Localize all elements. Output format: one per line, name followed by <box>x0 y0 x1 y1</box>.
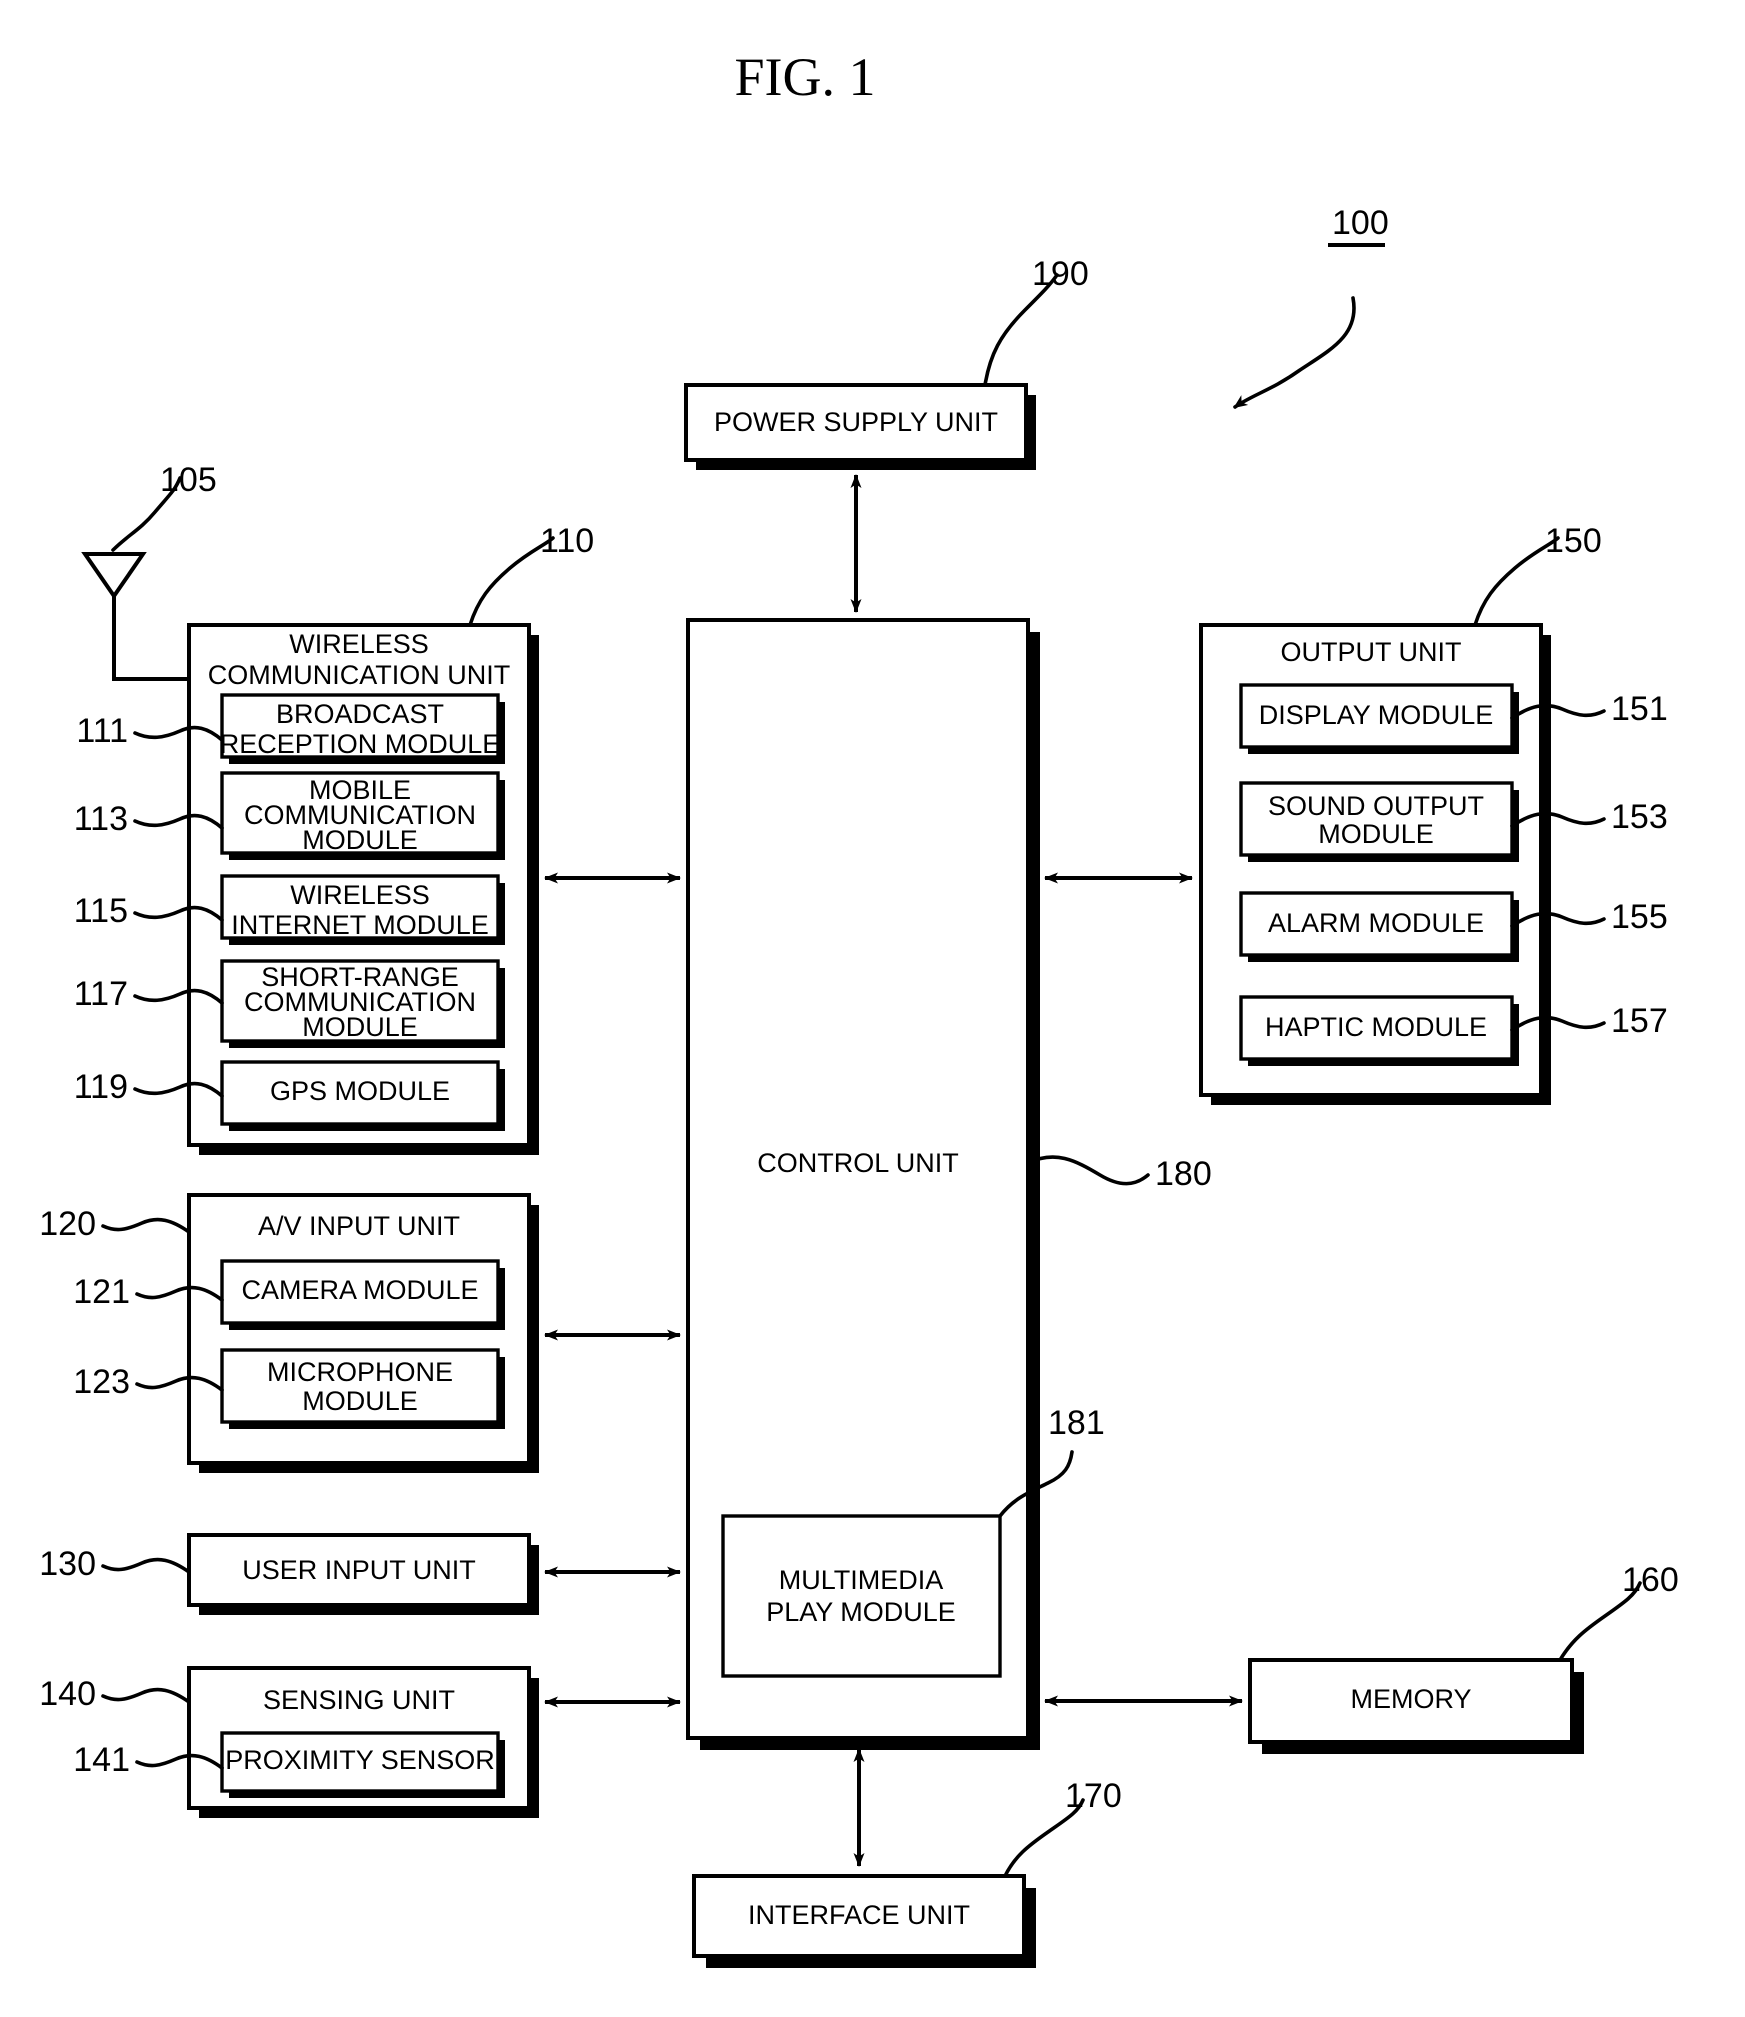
gps-label: GPS MODULE <box>270 1076 450 1106</box>
haptic-label: HAPTIC MODULE <box>1265 1012 1487 1042</box>
wireless-internet-label-line1: WIRELESS <box>290 880 430 910</box>
ref-117-label: 117 <box>74 975 128 1013</box>
alarm-label: ALARM MODULE <box>1268 908 1484 938</box>
microphone-label-line1: MICROPHONE <box>267 1357 453 1387</box>
display-label: DISPLAY MODULE <box>1259 700 1494 730</box>
short-range-label-line3: MODULE <box>302 1012 418 1042</box>
block-short-range-communication-module: SHORT-RANGE COMMUNICATION MODULE <box>220 959 505 1048</box>
camera-label: CAMERA MODULE <box>241 1275 478 1305</box>
ref-150-label: 150 <box>1545 522 1602 560</box>
block-display-module: DISPLAY MODULE <box>1239 683 1519 754</box>
multimedia-box <box>721 1514 1002 1678</box>
block-interface-unit: INTERFACE UNIT <box>692 1874 1036 1968</box>
antenna-105 <box>81 552 190 681</box>
ref-100-label: 100 <box>1332 204 1389 242</box>
sensing-label: SENSING UNIT <box>263 1685 455 1715</box>
ref-121-label: 121 <box>73 1273 130 1311</box>
ref-153-label: 153 <box>1611 798 1668 836</box>
block-microphone-module: MICROPHONE MODULE <box>220 1348 505 1429</box>
ref-180-leader <box>1026 1155 1150 1186</box>
ref-100-leader <box>1233 296 1356 409</box>
block-multimedia-play-module: MULTIMEDIA PLAY MODULE <box>721 1514 1002 1678</box>
ref-130-leader <box>101 1557 191 1574</box>
ref-111-label: 111 <box>76 712 128 750</box>
block-wireless-internet-module: WIRELESS INTERNET MODULE <box>220 874 505 945</box>
ref-140-leader <box>101 1687 191 1704</box>
block-haptic-module: HAPTIC MODULE <box>1239 995 1519 1066</box>
ref-123-label: 123 <box>73 1363 130 1401</box>
proximity-label: PROXIMITY SENSOR <box>225 1745 495 1775</box>
antenna-stem <box>112 596 190 681</box>
block-alarm-module: ALARM MODULE <box>1239 891 1519 962</box>
ref-190-label: 190 <box>1032 255 1089 293</box>
block-proximity-sensor: PROXIMITY SENSOR <box>220 1731 505 1798</box>
interface-label: INTERFACE UNIT <box>748 1900 970 1930</box>
block-broadcast-reception-module: BROADCAST RECEPTION MODULE <box>220 693 505 764</box>
sound-output-label-line2: MODULE <box>1318 819 1434 849</box>
ref-130-label: 130 <box>39 1545 96 1583</box>
wireless-internet-label-line2: INTERNET MODULE <box>231 910 489 940</box>
patent-figure: FIG. 1 100 POWER SUPPLY UNIT 190 105 WIR… <box>0 0 1745 2017</box>
block-camera-module: CAMERA MODULE <box>220 1259 505 1330</box>
broadcast-label-line2: RECEPTION MODULE <box>220 729 501 759</box>
block-user-input-unit: USER INPUT UNIT <box>187 1533 539 1615</box>
user-input-label: USER INPUT UNIT <box>242 1555 476 1585</box>
antenna-triangle-icon <box>81 552 147 600</box>
mobile-comm-label-line3: MODULE <box>302 825 418 855</box>
power-supply-label: POWER SUPPLY UNIT <box>714 407 998 437</box>
output-unit-label: OUTPUT UNIT <box>1281 637 1462 667</box>
ref-155-label: 155 <box>1611 898 1668 936</box>
ref-140-label: 140 <box>39 1675 96 1713</box>
ref-105-label: 105 <box>160 461 217 499</box>
ref-119-label: 119 <box>74 1068 128 1106</box>
ref-115-label: 115 <box>74 892 128 930</box>
multimedia-label-line1: MULTIMEDIA <box>779 1565 944 1595</box>
memory-label: MEMORY <box>1350 1684 1471 1714</box>
block-sound-output-module: SOUND OUTPUT MODULE <box>1239 781 1519 862</box>
multimedia-label-line2: PLAY MODULE <box>766 1597 956 1627</box>
ref-141-label: 141 <box>73 1741 130 1779</box>
wireless-unit-label-line2: COMMUNICATION UNIT <box>208 660 510 690</box>
sound-output-label-line1: SOUND OUTPUT <box>1268 791 1484 821</box>
ref-120-leader <box>101 1217 191 1234</box>
av-input-label: A/V INPUT UNIT <box>258 1211 460 1241</box>
ref-110-label: 110 <box>540 522 594 560</box>
ref-120-label: 120 <box>39 1205 96 1243</box>
microphone-label-line2: MODULE <box>302 1386 418 1416</box>
ref-151-label: 151 <box>1611 690 1668 728</box>
block-gps-module: GPS MODULE <box>220 1060 505 1131</box>
block-power-supply-unit: POWER SUPPLY UNIT <box>684 383 1036 470</box>
block-memory: MEMORY <box>1248 1658 1584 1754</box>
block-av-input-unit: A/V INPUT UNIT <box>187 1193 539 1473</box>
ref-160-label: 160 <box>1622 1561 1679 1599</box>
ref-157-label: 157 <box>1611 1002 1668 1040</box>
broadcast-label-line1: BROADCAST <box>276 699 444 729</box>
ref-113-label: 113 <box>74 800 128 838</box>
figure-title: FIG. 1 <box>734 47 875 107</box>
block-mobile-communication-module: MOBILE COMMUNICATION MODULE <box>220 771 505 860</box>
ref-170-label: 170 <box>1065 1777 1122 1815</box>
ref-180-label: 180 <box>1155 1155 1212 1193</box>
wireless-unit-label-line1: WIRELESS <box>289 629 429 659</box>
ref-181-label: 181 <box>1048 1404 1105 1442</box>
control-unit-label: CONTROL UNIT <box>757 1148 959 1178</box>
